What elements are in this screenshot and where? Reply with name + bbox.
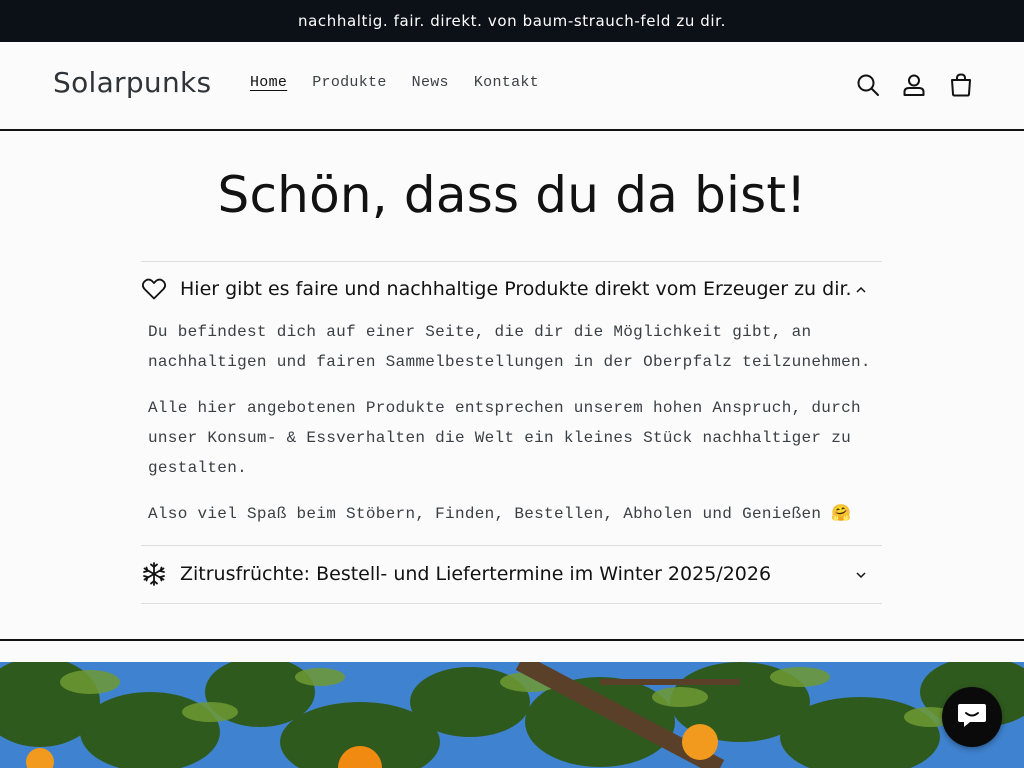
main-nav: Home Produkte News Kontakt <box>250 74 564 91</box>
site-header: Solarpunks Home Produkte News Kontakt <box>0 42 1024 131</box>
accordion-paragraph: Also viel Spaß beim Stöbern, Finden, Bes… <box>148 505 852 523</box>
accordion-title: Hier gibt es faire und nachhaltige Produ… <box>180 278 852 300</box>
section-divider <box>0 639 1024 641</box>
accordion-divider <box>141 545 882 546</box>
account-icon[interactable] <box>901 72 927 98</box>
site-logo[interactable]: Solarpunks <box>53 66 211 99</box>
announcement-bar: nachhaltig. fair. direkt. von baum-strau… <box>0 0 1024 42</box>
accordion-paragraph: Alle hier angebotenen Produkte entsprech… <box>148 399 861 477</box>
hero-image-orange-tree <box>0 662 1024 768</box>
chat-button[interactable] <box>942 687 1002 747</box>
nav-news[interactable]: News <box>412 74 449 91</box>
nav-produkte[interactable]: Produkte <box>312 74 386 91</box>
page-title: Schön, dass du da bist! <box>217 166 807 224</box>
accordion-header-citrus[interactable]: Zitrusfrüchte: Bestell- und Liefertermin… <box>141 559 882 589</box>
cart-icon[interactable] <box>948 72 974 98</box>
search-icon[interactable] <box>855 72 881 98</box>
nav-home[interactable]: Home <box>250 74 287 91</box>
accordion-divider <box>141 261 882 262</box>
nav-kontakt[interactable]: Kontakt <box>474 74 539 91</box>
heart-icon <box>141 276 167 302</box>
chat-icon <box>956 700 988 734</box>
snowflake-icon <box>141 561 167 587</box>
accordion-paragraph: Du befindest dich auf einer Seite, die d… <box>148 323 871 371</box>
announcement-text: nachhaltig. fair. direkt. von baum-strau… <box>298 12 726 30</box>
accordion-content-products: Du befindest dich auf einer Seite, die d… <box>148 317 888 545</box>
accordion-divider <box>141 603 882 604</box>
chevron-down-icon <box>854 567 868 581</box>
accordion-header-products[interactable]: Hier gibt es faire und nachhaltige Produ… <box>141 274 882 304</box>
accordion-title: Zitrusfrüchte: Bestell- und Liefertermin… <box>180 563 772 585</box>
chevron-up-icon <box>854 282 868 296</box>
